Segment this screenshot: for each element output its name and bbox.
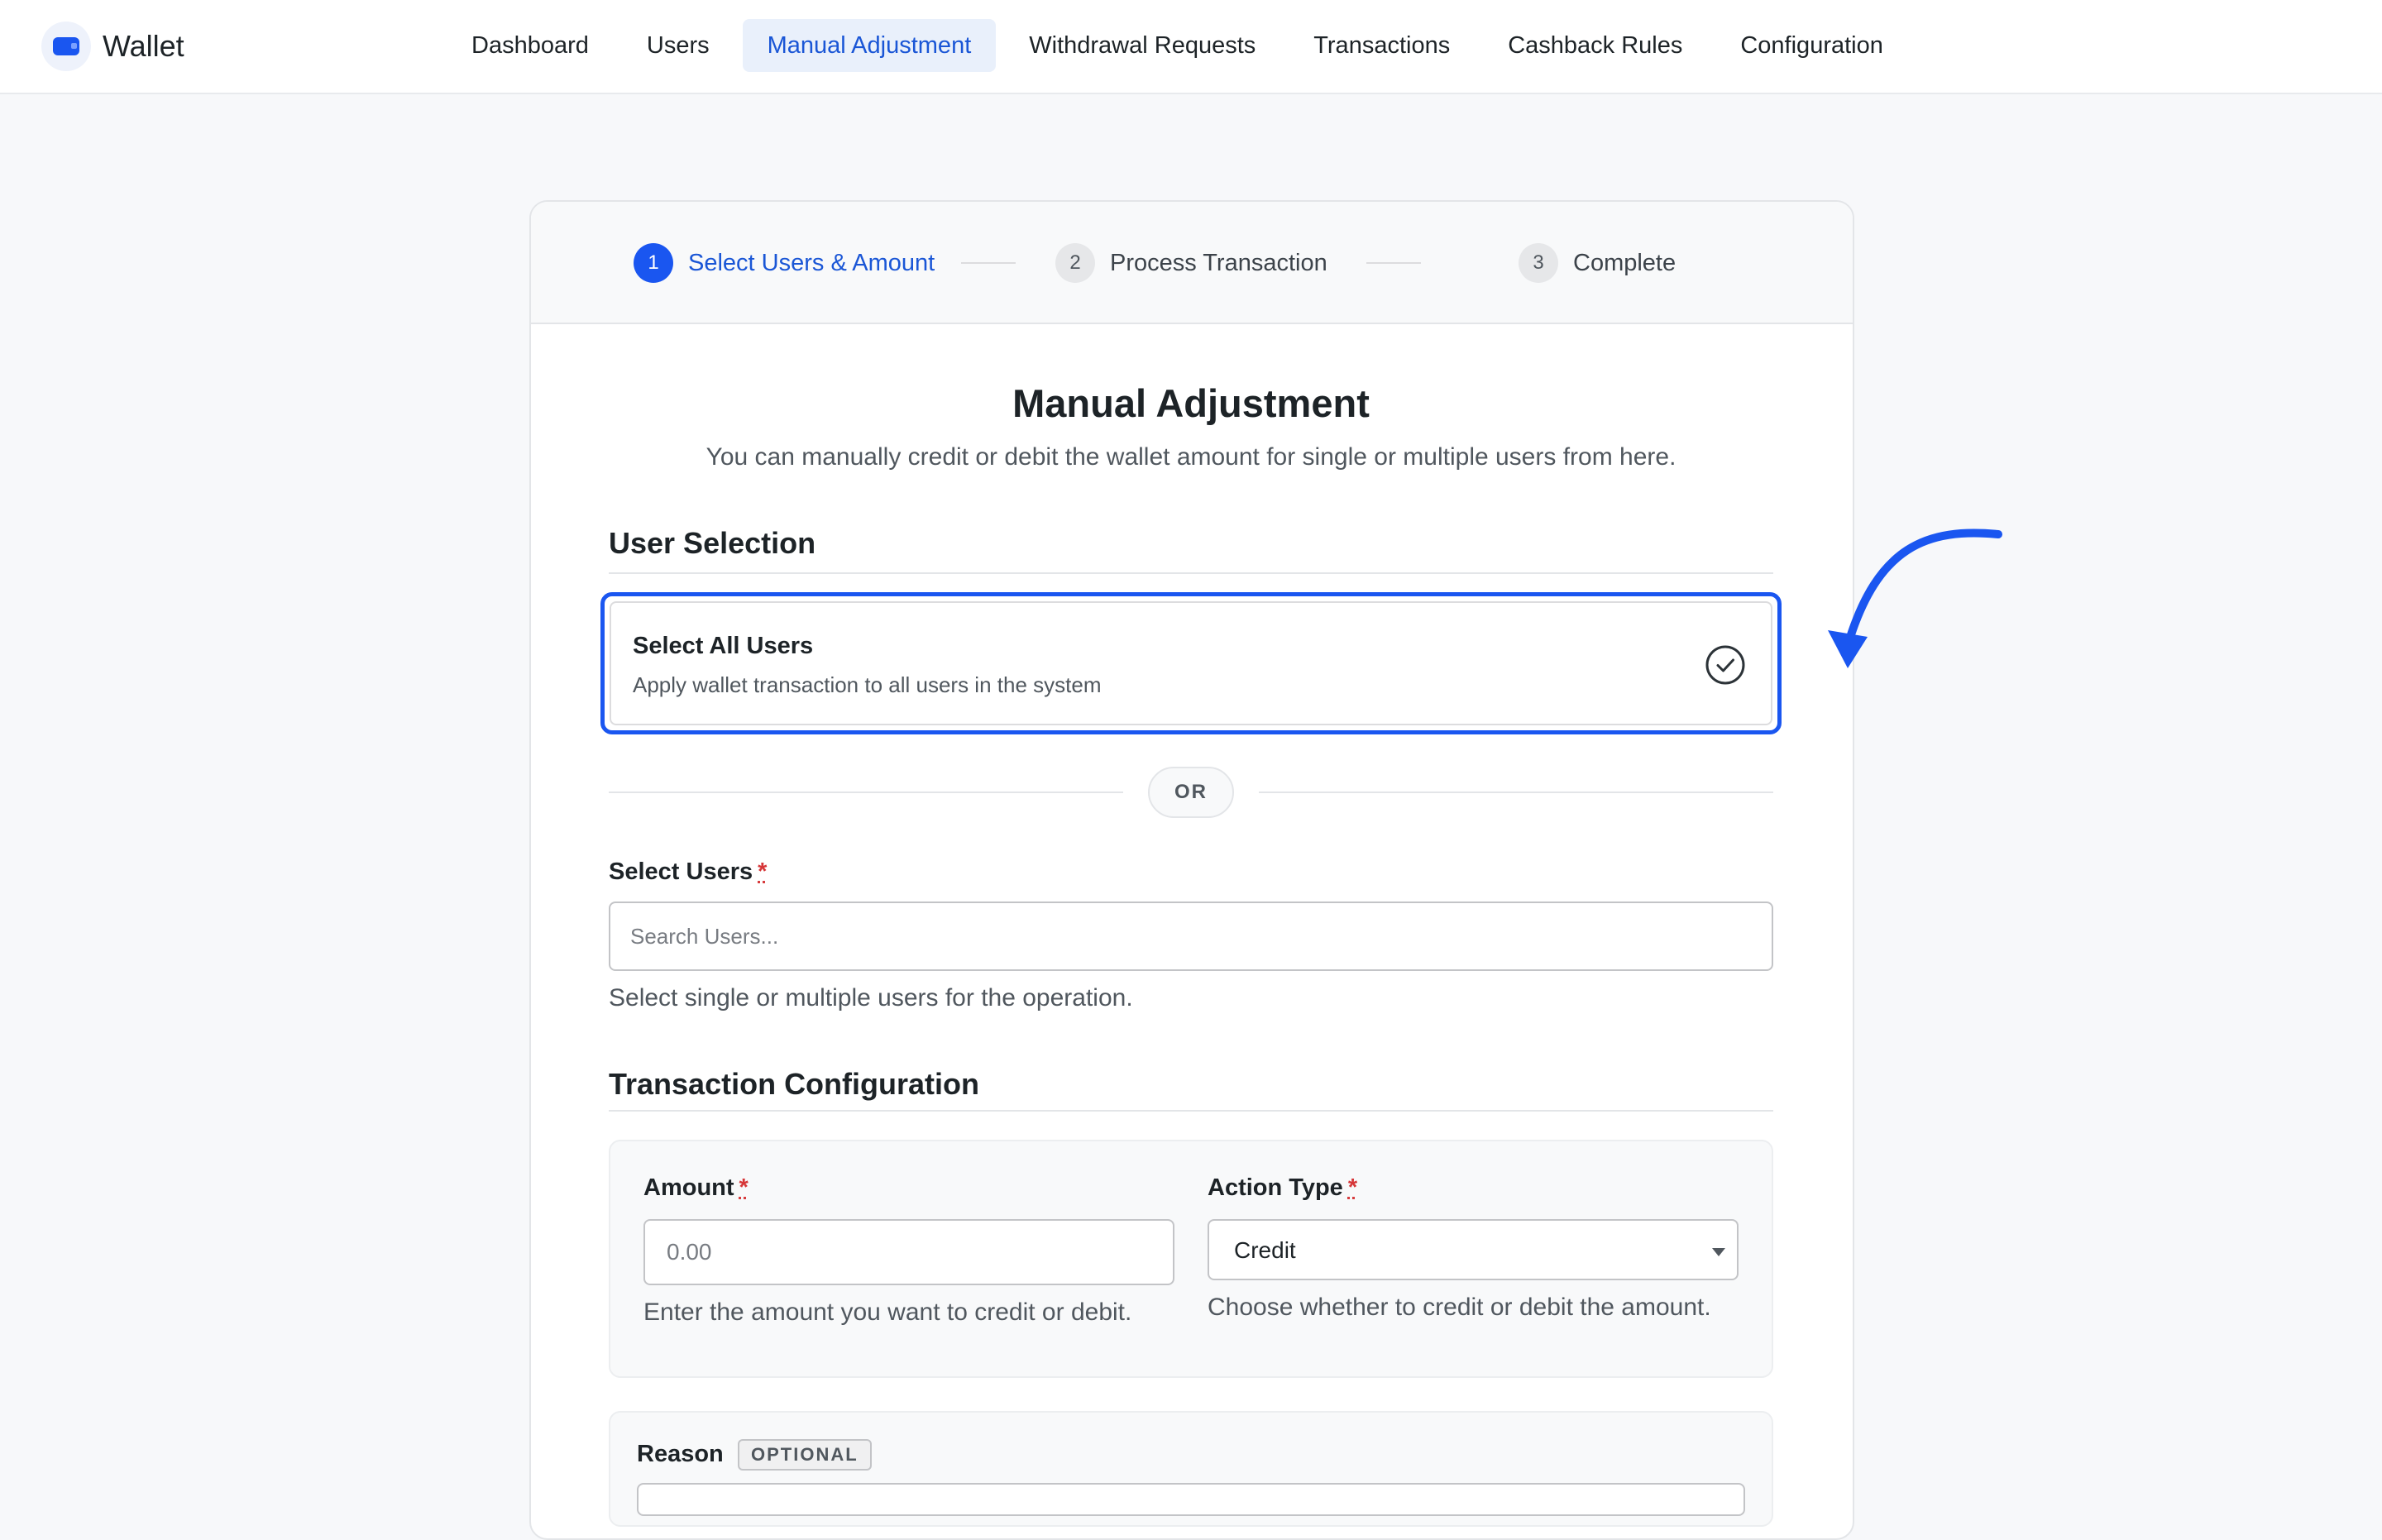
step-connector	[1366, 262, 1421, 264]
caret-down-icon	[1712, 1248, 1725, 1256]
page-subtitle: You can manually credit or debit the wal…	[706, 443, 1676, 471]
required-marker: *	[1347, 1174, 1358, 1201]
amount-input[interactable]	[643, 1219, 1174, 1285]
required-marker: *	[739, 1174, 749, 1201]
optional-badge: OPTIONAL	[738, 1439, 872, 1471]
or-separator: OR	[1148, 767, 1234, 818]
user-selection-heading: User Selection	[609, 526, 816, 560]
nav-item-manual-adjustment[interactable]: Manual Adjustment	[742, 19, 997, 72]
nav-item-configuration[interactable]: Configuration	[1715, 19, 1908, 72]
reason-input[interactable]	[637, 1483, 1745, 1516]
nav-item-dashboard[interactable]: Dashboard	[447, 19, 614, 72]
amount-label: Amount *	[643, 1174, 749, 1201]
nav-item-transactions[interactable]: Transactions	[1289, 19, 1475, 72]
or-divider-right	[1259, 792, 1773, 793]
wallet-icon	[41, 22, 91, 71]
brand-name: Wallet	[103, 29, 184, 63]
main-nav: Dashboard Users Manual Adjustment Withdr…	[447, 19, 1916, 72]
page-title: Manual Adjustment	[1012, 381, 1370, 425]
nav-item-cashback-rules[interactable]: Cashback Rules	[1483, 19, 1707, 72]
action-type-help: Choose whether to credit or debit the am…	[1208, 1294, 1711, 1321]
curved-arrow-icon	[1828, 528, 2002, 668]
action-type-value: Credit	[1234, 1237, 1296, 1263]
stepper: 1 Select Users & Amount 2 Process Transa…	[531, 202, 1853, 324]
step-process-transaction: 2 Process Transaction	[1055, 243, 1327, 283]
step-select-users-amount: 1 Select Users & Amount	[634, 243, 935, 283]
select-users-label: Select Users *	[609, 858, 768, 885]
step-number: 2	[1055, 243, 1095, 283]
brand[interactable]: Wallet	[41, 22, 184, 71]
nav-item-withdrawal-requests[interactable]: Withdrawal Requests	[1004, 19, 1280, 72]
step-number: 1	[634, 243, 673, 283]
section-divider	[609, 1110, 1773, 1112]
or-divider-left	[609, 792, 1123, 793]
check-circle-icon	[1705, 645, 1745, 685]
reason-label: Reason	[637, 1441, 724, 1467]
select-users-help: Select single or multiple users for the …	[609, 984, 1133, 1012]
step-label: Select Users & Amount	[688, 249, 935, 276]
search-users-input[interactable]	[609, 902, 1773, 971]
action-type-select[interactable]: Credit	[1208, 1219, 1739, 1280]
select-all-title: Select All Users	[633, 633, 814, 659]
amount-help: Enter the amount you want to credit or d…	[643, 1298, 1132, 1326]
action-type-label: Action Type *	[1208, 1174, 1358, 1201]
top-navigation-bar: Wallet Dashboard Users Manual Adjustment…	[0, 0, 2382, 94]
step-label: Process Transaction	[1110, 249, 1327, 276]
required-marker: *	[758, 858, 768, 885]
step-complete: 3 Complete	[1519, 243, 1676, 283]
select-all-users-option[interactable]: Select All Users Apply wallet transactio…	[600, 592, 1782, 734]
step-label: Complete	[1573, 249, 1676, 276]
step-connector	[961, 262, 1016, 264]
transaction-configuration-heading: Transaction Configuration	[609, 1067, 980, 1101]
select-all-description: Apply wallet transaction to all users in…	[633, 672, 1102, 697]
nav-item-users[interactable]: Users	[622, 19, 734, 72]
step-number: 3	[1519, 243, 1558, 283]
section-divider	[609, 572, 1773, 574]
